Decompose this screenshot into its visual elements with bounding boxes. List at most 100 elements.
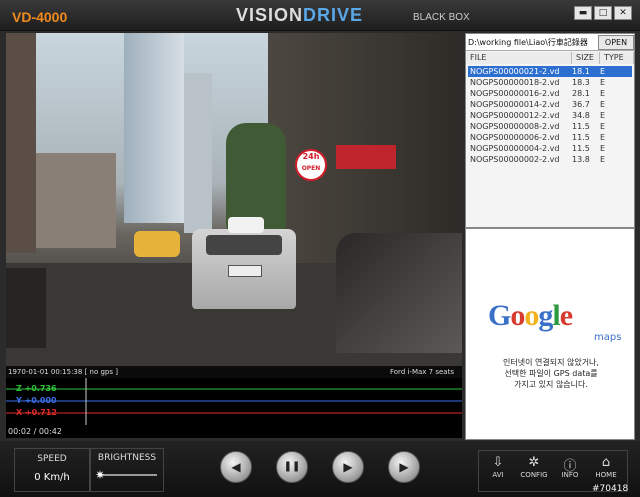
folder-path: D:\working file\Liao\行車記錄器 <box>468 38 588 47</box>
logo-letter: l <box>552 299 560 332</box>
app-title-accent: DRIVE <box>303 5 364 25</box>
sun-icon[interactable]: ✷ <box>95 468 105 482</box>
config-icon: ✲ <box>528 455 540 470</box>
y-axis-label: Y +0.000 <box>16 396 57 405</box>
speed-value: 0 Km/h <box>34 472 70 483</box>
z-axis-label: Z +0.736 <box>16 384 57 393</box>
map-message: 인터넷이 연결되지 않았거나, 선택한 파일이 GPS data를 가지고 있지… <box>476 357 626 390</box>
file-row[interactable]: NOGPS00000004-2.vd 11.5 E <box>468 143 632 154</box>
download-icon: ⇩ <box>492 455 504 470</box>
file-name: NOGPS00000008-2.vd <box>470 122 560 131</box>
file-size: 13.8 <box>572 155 590 164</box>
file-row[interactable]: NOGPS00000002-2.vd 13.8 E <box>468 154 632 165</box>
speed-box: SPEED 0 Km/h <box>14 448 90 492</box>
file-size: 36.7 <box>572 100 590 109</box>
file-name: NOGPS00000021-2.vd <box>470 67 560 76</box>
scooters <box>336 233 462 353</box>
info-label: INFO <box>561 471 579 479</box>
google-logo: Google <box>488 299 573 333</box>
column-file[interactable]: FILE <box>466 52 572 64</box>
playback-time: 00:02 / 00:42 <box>8 427 62 436</box>
file-type: E <box>600 111 606 120</box>
file-type: E <box>600 122 606 131</box>
file-row[interactable]: NOGPS00000014-2.vd 36.7 E <box>468 99 632 110</box>
file-row[interactable]: NOGPS00000021-2.vd 18.1 E <box>468 66 632 77</box>
building-left-low <box>36 153 116 248</box>
previous-button[interactable]: ◀ <box>220 451 252 483</box>
file-name: NOGPS00000018-2.vd <box>470 78 560 87</box>
next-button[interactable]: ▶ <box>388 451 420 483</box>
license-plate <box>228 265 262 277</box>
file-name: NOGPS00000012-2.vd <box>470 111 560 120</box>
config-button[interactable]: ✲ CONFIG <box>517 455 551 479</box>
video-info-bar: 1970-01-01 00:15:38 [ no gps ] Ford i-Ma… <box>6 366 462 378</box>
store-sign <box>336 145 396 169</box>
file-type: E <box>600 155 606 164</box>
brightness-box: BRIGHTNESS ✷ <box>90 448 164 492</box>
app-subtitle: BLACK BOX <box>413 12 470 23</box>
logo-letter: o <box>524 299 539 332</box>
home-icon: ⌂ <box>601 455 611 470</box>
pause-button[interactable]: ❚❚ <box>276 451 308 483</box>
file-name: NOGPS00000006-2.vd <box>470 133 560 142</box>
open-24h-sign: 24h OPEN <box>295 149 327 181</box>
logo-letter: o <box>510 299 525 332</box>
file-name: NOGPS00000014-2.vd <box>470 100 560 109</box>
file-row[interactable]: NOGPS00000016-2.vd 28.1 E <box>468 88 632 99</box>
file-row[interactable]: NOGPS00000012-2.vd 34.8 E <box>468 110 632 121</box>
home-button[interactable]: ⌂ HOME <box>589 455 623 479</box>
video-view[interactable]: 24h OPEN <box>6 33 462 366</box>
file-size: 11.5 <box>572 122 590 131</box>
map-message-line2: 선택한 파일이 GPS data를 <box>504 369 598 378</box>
path-row: D:\working file\Liao\行車記錄器 OPEN <box>466 34 634 51</box>
play-button[interactable]: ▶ <box>332 451 364 483</box>
title-bar: VD-4000 VISIONDRIVE BLACK BOX ▬ □ ✕ <box>0 0 640 31</box>
file-row[interactable]: NOGPS00000008-2.vd 11.5 E <box>468 121 632 132</box>
logo-letter: e <box>559 299 573 332</box>
avi-button[interactable]: ⇩ AVI <box>481 455 515 479</box>
file-type: E <box>600 144 606 153</box>
sign-sub: OPEN <box>301 165 321 172</box>
maps-label: maps <box>594 332 622 343</box>
column-type[interactable]: TYPE <box>600 52 634 64</box>
graph-lines <box>6 378 462 425</box>
minimize-button[interactable]: ▬ <box>574 6 592 20</box>
building-left <box>6 33 36 253</box>
building-tower <box>124 33 184 223</box>
info-button[interactable]: ⓘ INFO <box>553 455 587 479</box>
file-type: E <box>600 89 606 98</box>
file-row[interactable]: NOGPS00000018-2.vd 18.3 E <box>468 77 632 88</box>
car-white <box>228 217 264 233</box>
file-type: E <box>600 133 606 142</box>
file-size: 28.1 <box>572 89 590 98</box>
watermark: #70418 <box>592 484 629 494</box>
file-name: NOGPS00000002-2.vd <box>470 155 560 164</box>
file-size: 11.5 <box>572 144 590 153</box>
map-panel: Google maps 인터넷이 연결되지 않았거나, 선택한 파일이 GPS … <box>465 228 635 440</box>
brightness-label: BRIGHTNESS <box>97 453 157 463</box>
speed-label: SPEED <box>37 454 67 464</box>
maximize-button[interactable]: □ <box>594 6 612 20</box>
logo-letter: G <box>488 299 511 332</box>
brand-logo: VD-4000 <box>12 9 68 25</box>
time-row: 00:02 / 00:42 <box>6 425 462 438</box>
app-title: VISIONDRIVE <box>236 5 363 26</box>
scooter-left <box>6 268 46 348</box>
sign-text: 24h <box>302 152 320 161</box>
car-taxi <box>134 231 180 257</box>
control-bar: SPEED 0 Km/h BRIGHTNESS ✷ ◀ ❚❚ ▶ ▶ ⇩ AVI… <box>0 441 640 497</box>
column-size[interactable]: SIZE <box>572 52 600 64</box>
home-label: HOME <box>595 471 617 479</box>
config-label: CONFIG <box>520 471 548 479</box>
open-button[interactable]: OPEN <box>598 35 634 50</box>
brightness-slider[interactable] <box>99 474 157 476</box>
file-name: NOGPS00000004-2.vd <box>470 144 560 153</box>
close-button[interactable]: ✕ <box>614 6 632 20</box>
file-size: 18.1 <box>572 67 590 76</box>
x-axis-label: X +0.712 <box>16 408 57 417</box>
file-size: 11.5 <box>572 133 590 142</box>
file-size: 34.8 <box>572 111 590 120</box>
file-row[interactable]: NOGPS00000006-2.vd 11.5 E <box>468 132 632 143</box>
avi-label: AVI <box>492 471 504 479</box>
file-panel: D:\working file\Liao\行車記錄器 OPEN FILE SIZ… <box>465 33 635 228</box>
